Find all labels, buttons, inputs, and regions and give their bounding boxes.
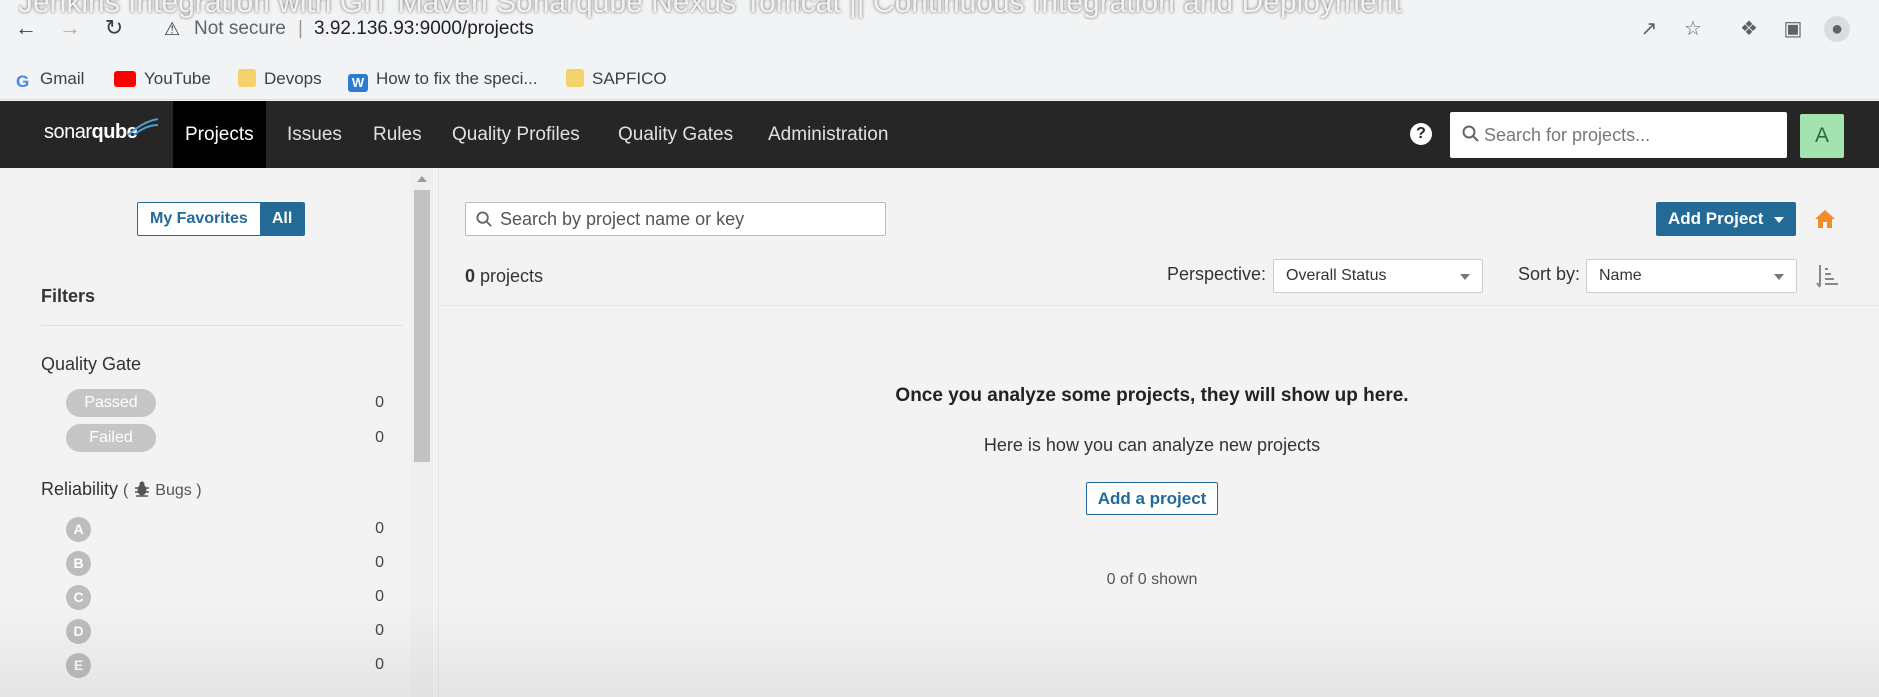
rating-d-count: 0: [375, 622, 384, 639]
folder-icon: [238, 69, 256, 87]
bookmark-word-doc[interactable]: W How to fix the speci...: [348, 67, 538, 92]
bookmark-gmail[interactable]: G Gmail: [16, 67, 84, 91]
perspective-select[interactable]: Overall Status: [1273, 259, 1483, 293]
rating-c[interactable]: C: [66, 585, 91, 610]
shown-count: 0 of 0 shown: [1106, 571, 1198, 588]
global-search-input[interactable]: [1484, 112, 1779, 158]
sort-order-icon[interactable]: [1816, 263, 1840, 289]
bug-icon: [134, 481, 149, 497]
rating-a[interactable]: A: [66, 517, 91, 542]
rating-a-count: 0: [375, 520, 384, 537]
nav-quality-profiles[interactable]: Quality Profiles: [440, 101, 592, 168]
empty-state-title: Once you analyze some projects, they wil…: [895, 385, 1409, 406]
rating-c-count: 0: [375, 588, 384, 605]
sort-by-select[interactable]: Name: [1586, 259, 1797, 293]
nav-issues[interactable]: Issues: [275, 101, 354, 168]
rating-b[interactable]: B: [66, 551, 91, 576]
sidebar-scrollbar[interactable]: [411, 168, 433, 697]
project-count: 0 projects: [465, 266, 544, 286]
bookmark-devops[interactable]: Devops: [238, 67, 322, 91]
chevron-down-icon: [1774, 274, 1784, 280]
sidebar-divider: [438, 168, 439, 697]
add-project-button[interactable]: Add Project: [1656, 202, 1796, 236]
reliability-title: Reliability ( Bugs ): [41, 479, 202, 499]
nav-administration[interactable]: Administration: [756, 101, 900, 168]
favorites-toggle: My Favorites All: [137, 202, 306, 236]
quality-gate-failed-count: 0: [375, 429, 384, 446]
quality-gate-passed-count: 0: [375, 394, 384, 411]
quality-gate-failed[interactable]: Failed: [66, 424, 156, 452]
home-icon[interactable]: [1813, 207, 1837, 231]
search-icon: [1462, 125, 1479, 142]
extensions-icon[interactable]: ❖: [1736, 16, 1762, 42]
main-divider: [440, 305, 1879, 306]
chevron-down-icon: [1460, 274, 1470, 280]
bookmark-sapfico[interactable]: SAPFICO: [566, 67, 667, 91]
reliability-metric: ( Bugs ): [123, 481, 202, 499]
profile-icon[interactable]: ●: [1824, 16, 1850, 42]
chevron-down-icon: [1774, 217, 1784, 223]
google-icon: G: [16, 72, 30, 91]
bookmarks-bar: G Gmail YouTube Devops W How to fix the sp…: [0, 58, 1879, 100]
scrollbar-thumb[interactable]: [414, 190, 430, 462]
sort-by-label: Sort by:: [1518, 264, 1581, 284]
rating-b-count: 0: [375, 554, 384, 571]
search-icon: [476, 211, 492, 227]
rating-e-count: 0: [375, 656, 384, 673]
video-title: Jenkins Integration with GIT Maven Sonar…: [18, 0, 1402, 19]
project-search: [465, 202, 886, 236]
global-search: [1450, 112, 1787, 158]
filters-divider: [41, 325, 403, 326]
quality-gate-title: Quality Gate: [41, 354, 142, 374]
rating-d[interactable]: D: [66, 619, 91, 644]
perspective-label: Perspective:: [1167, 264, 1267, 284]
project-search-input[interactable]: [500, 203, 880, 235]
nav-projects[interactable]: Projects: [173, 101, 266, 168]
all-option[interactable]: All: [259, 203, 305, 235]
bookmark-youtube[interactable]: YouTube: [114, 67, 211, 91]
sidepanel-icon[interactable]: ▣: [1780, 16, 1806, 42]
my-favorites-option[interactable]: My Favorites: [138, 203, 260, 235]
logo-wave-icon: [127, 118, 159, 136]
sonarqube-navbar: sonarqube Projects Issues Rules Quality …: [0, 101, 1879, 168]
folder-icon: [566, 69, 584, 87]
add-a-project-button[interactable]: Add a project: [1086, 482, 1218, 515]
nav-rules[interactable]: Rules: [361, 101, 434, 168]
rating-e[interactable]: E: [66, 653, 91, 678]
filters-sidebar: My Favorites All Filters Quality Gate Pa…: [0, 168, 420, 697]
scroll-up-icon[interactable]: [417, 176, 427, 182]
word-icon: W: [348, 74, 368, 92]
nav-quality-gates[interactable]: Quality Gates: [606, 101, 745, 168]
help-icon[interactable]: ?: [1410, 123, 1432, 145]
youtube-icon: [114, 71, 136, 87]
avatar[interactable]: A: [1800, 114, 1844, 158]
empty-state-subtitle: Here is how you can analyze new projects: [983, 435, 1321, 455]
filters-title: Filters: [41, 286, 96, 306]
quality-gate-passed[interactable]: Passed: [66, 389, 156, 417]
